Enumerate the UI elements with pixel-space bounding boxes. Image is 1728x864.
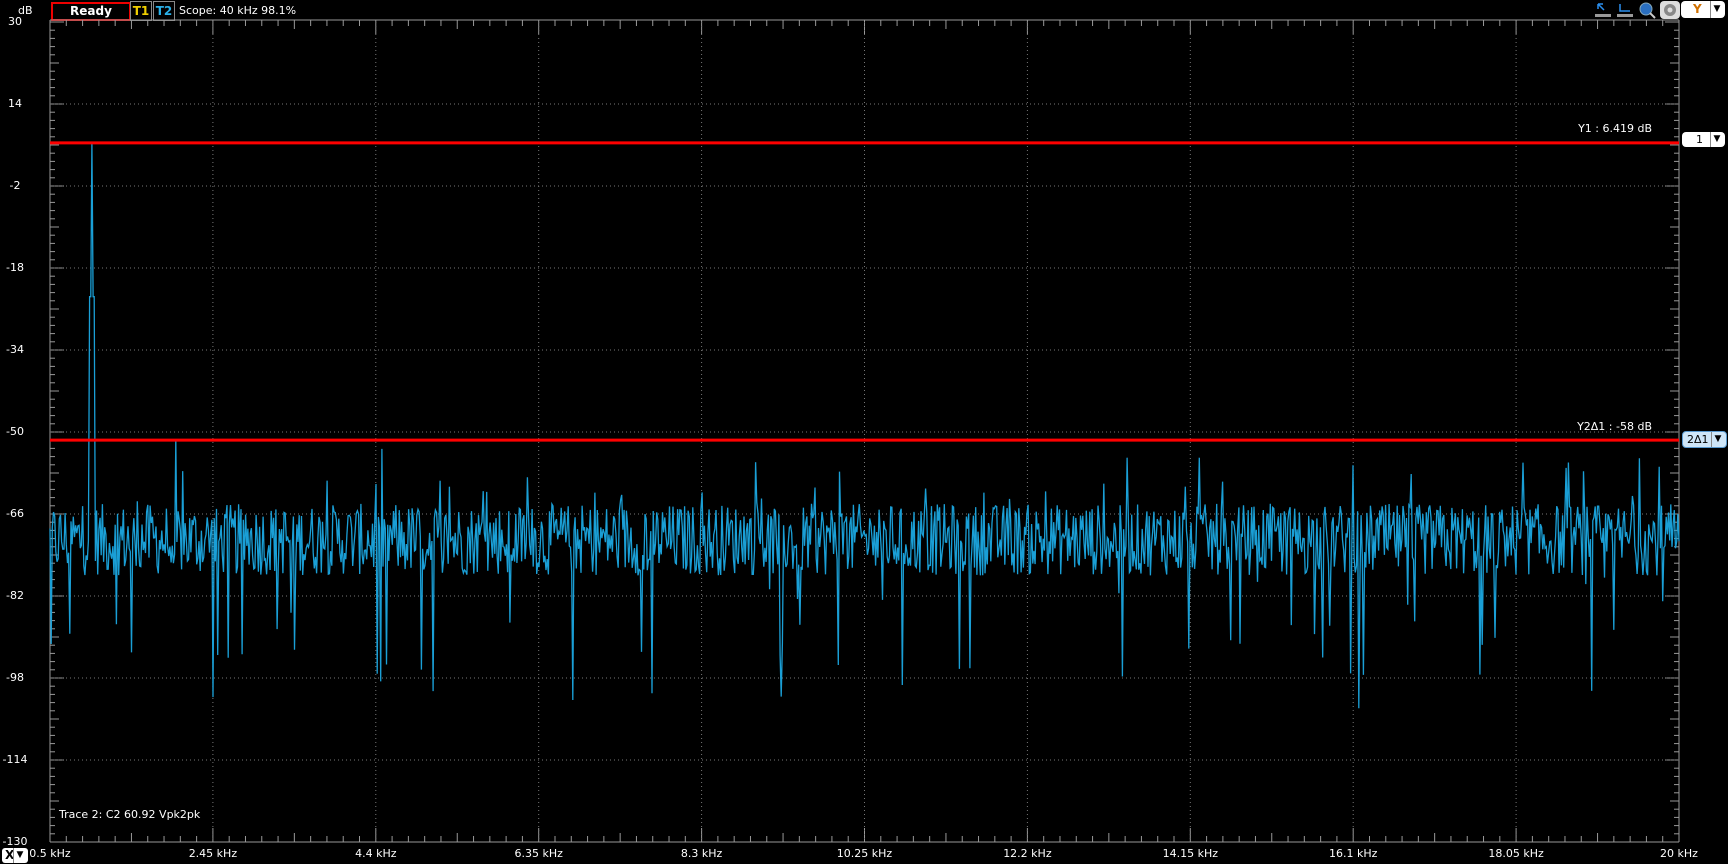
y-tick-label: -66 xyxy=(6,507,24,520)
x-tick-label: 16.1 kHz xyxy=(1328,847,1378,860)
x-tick-label: 2.45 kHz xyxy=(188,847,238,860)
trace-info: Trace 2: C2 60.92 Vpk2pk xyxy=(59,808,201,821)
y-tick-label: -34 xyxy=(6,343,24,356)
chevron-down-icon: ▼ xyxy=(13,848,26,863)
x-axis-dropdown[interactable]: X ▼ xyxy=(2,848,28,863)
chevron-down-icon: ▼ xyxy=(1710,132,1723,147)
cursor-1-button-label: 1 xyxy=(1696,133,1703,146)
y-tick-label: -82 xyxy=(6,589,24,602)
spectrum-chart[interactable] xyxy=(0,0,1728,864)
y-tick-label: -18 xyxy=(6,261,24,274)
cursor-2-button-label: 2Δ1 xyxy=(1687,433,1709,446)
x-tick-label: 4.4 kHz xyxy=(355,847,397,860)
x-tick-label: 10.25 kHz xyxy=(836,847,893,860)
cursor-1-dropdown[interactable]: 1 ▼ xyxy=(1682,132,1725,147)
y-tick-label: -130 xyxy=(2,835,28,848)
y-tick-label: -98 xyxy=(6,671,24,684)
y-tick-label: 14 xyxy=(8,97,22,110)
cursor-2-dropdown[interactable]: 2Δ1 ▼ xyxy=(1682,431,1727,448)
y-tick-label: -2 xyxy=(9,179,21,192)
x-tick-label: 0.5 kHz xyxy=(29,847,71,860)
x-tick-label: 8.3 kHz xyxy=(680,847,723,860)
y-tick-label: 30 xyxy=(8,15,22,28)
chevron-down-icon: ▼ xyxy=(1711,432,1724,447)
x-tick-label: 12.2 kHz xyxy=(1003,847,1052,860)
y-tick-label: -50 xyxy=(6,425,24,438)
cursor-y1-label: Y1 : 6.419 dB xyxy=(1578,122,1652,135)
y-tick-label: -114 xyxy=(2,753,28,766)
cursor-y2-label: Y2Δ1 : -58 dB xyxy=(1577,420,1652,433)
x-tick-label: 14.15 kHz xyxy=(1162,847,1218,860)
x-tick-label: 6.35 kHz xyxy=(514,847,563,860)
x-tick-label: 18.05 kHz xyxy=(1488,847,1544,860)
x-tick-label: 20 kHz xyxy=(1660,847,1698,860)
spectrum-trace xyxy=(49,142,1680,709)
